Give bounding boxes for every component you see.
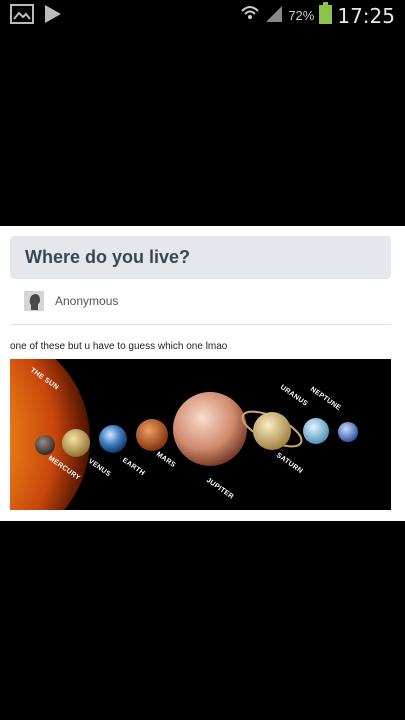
play-store-icon [42, 4, 62, 29]
battery-icon [319, 2, 333, 29]
saturn [253, 412, 291, 450]
asker-row: Anonymous [24, 291, 118, 311]
answer-text: one of these but u have to guess which o… [10, 341, 228, 352]
jupiter [173, 392, 247, 466]
status-bar: 72% 17:25 [0, 0, 405, 28]
uranus [303, 418, 329, 444]
venus [62, 429, 90, 457]
gallery-icon [10, 4, 34, 29]
wifi-icon [240, 3, 260, 28]
question-text: Where do you live? [25, 247, 191, 267]
earth [99, 425, 127, 453]
question-box: Where do you live? [10, 236, 391, 279]
post-card: Where do you live? Anonymous one of thes… [0, 226, 405, 521]
mercury [35, 435, 55, 455]
neptune [338, 422, 358, 442]
clock: 17:25 [337, 3, 395, 28]
solar-system-image: THE SUN MERCURY VENUS EARTH MARS JUPITER… [10, 359, 391, 510]
asker-name[interactable]: Anonymous [55, 294, 118, 308]
anonymous-avatar-icon [24, 291, 44, 311]
signal-icon [265, 3, 283, 28]
battery-percent: 72% [288, 8, 315, 23]
mars [136, 419, 168, 451]
divider [10, 324, 391, 325]
